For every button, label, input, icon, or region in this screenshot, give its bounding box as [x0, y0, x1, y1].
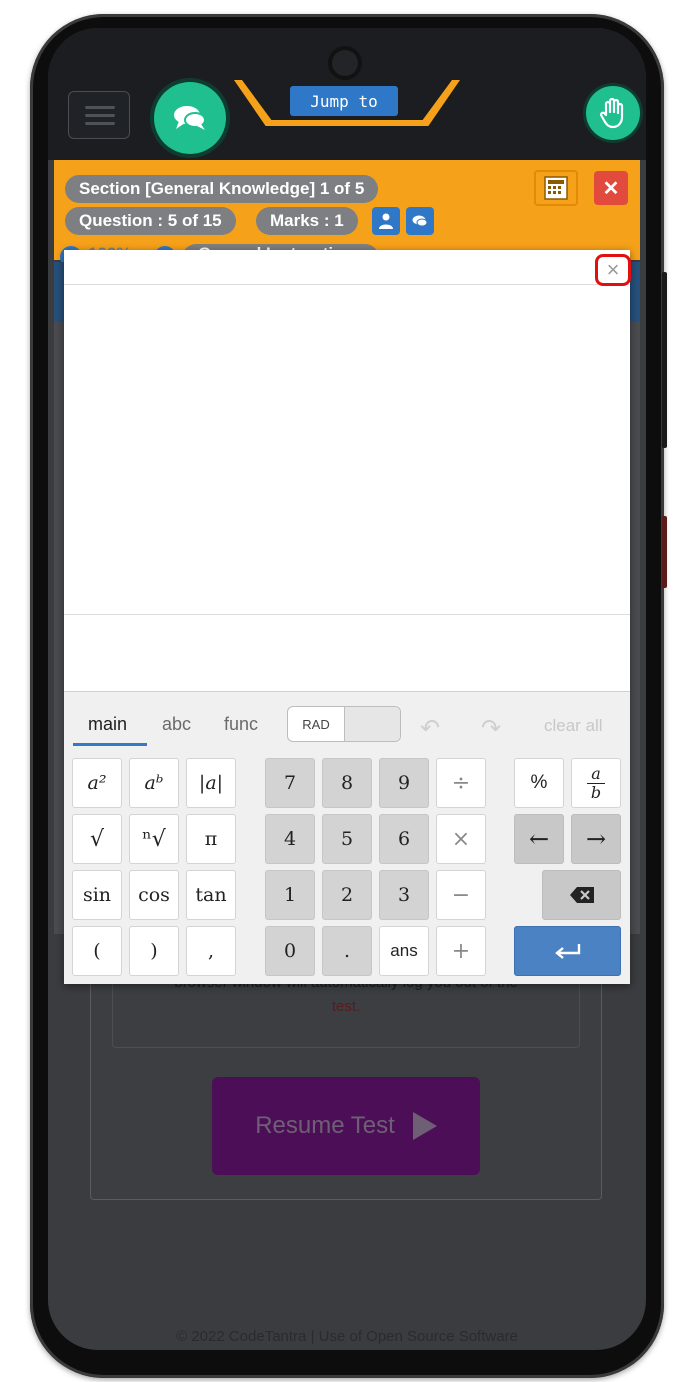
backspace-icon	[569, 887, 594, 903]
undo-icon[interactable]: ↶	[420, 714, 440, 743]
calculator-icon	[544, 176, 568, 200]
key-3[interactable]: 3	[379, 870, 429, 920]
key-0[interactable]: 0	[265, 926, 315, 976]
footer: © 2022 CodeTantra | Use of Open Source S…	[176, 1328, 518, 1345]
comment-button[interactable]	[406, 207, 434, 235]
key-left-arrow[interactable]: ←	[514, 814, 564, 864]
key-dot[interactable]: .	[322, 926, 372, 976]
key-6[interactable]: 6	[379, 814, 429, 864]
key-divide[interactable]: ÷	[436, 758, 486, 808]
key-left-paren[interactable]: (	[72, 926, 122, 976]
key-5[interactable]: 5	[322, 814, 372, 864]
key-2[interactable]: 2	[322, 870, 372, 920]
key-ans[interactable]: ans	[379, 926, 429, 976]
backspace-button[interactable]	[542, 870, 621, 920]
key-7[interactable]: 7	[265, 758, 315, 808]
clear-all-button[interactable]: clear all	[544, 716, 603, 736]
calculator-button[interactable]	[534, 170, 578, 206]
calculator-header: ×	[64, 250, 631, 286]
fraction-denominator: b	[590, 782, 602, 802]
key-8[interactable]: 8	[322, 758, 372, 808]
angle-mode-label: RAD	[302, 716, 330, 732]
toggle-knob	[344, 707, 400, 741]
tab-abc[interactable]: abc	[162, 714, 191, 735]
key-label: |a|	[198, 772, 224, 794]
key-a-squared[interactable]: a²	[72, 758, 122, 808]
active-tab-indicator	[73, 743, 147, 746]
section-pill: Section [General Knowledge] 1 of 5	[65, 175, 379, 203]
chat-bubbles-icon	[174, 106, 206, 130]
user-icon	[379, 213, 393, 229]
key-label: a²	[87, 772, 107, 794]
raise-hand-button[interactable]	[586, 86, 640, 140]
close-test-button[interactable]: ✕	[594, 171, 628, 205]
key-right-paren[interactable]: )	[129, 926, 179, 976]
key-nth-root[interactable]: ⁿ√	[129, 814, 179, 864]
calculator-display	[64, 285, 630, 615]
calculator-keyboard: main abc func RAD ↶ ↷ clear all a² aᵇ |a…	[64, 691, 630, 984]
enter-icon	[554, 944, 580, 959]
angle-mode-toggle[interactable]: RAD	[287, 706, 401, 742]
tab-func[interactable]: func	[224, 714, 258, 735]
key-sqrt[interactable]: √	[72, 814, 122, 864]
hamburger-icon-bar	[85, 122, 115, 125]
raise-hand-icon	[599, 97, 624, 129]
calculator-close-button[interactable]: ×	[595, 254, 631, 286]
key-times[interactable]: ×	[436, 814, 486, 864]
hamburger-icon-bar	[85, 114, 115, 117]
key-comma[interactable]: ,	[186, 926, 236, 976]
close-icon: ×	[606, 257, 620, 282]
jump-to-button[interactable]: Jump to	[290, 86, 398, 116]
key-fraction[interactable]: a b	[571, 758, 621, 808]
resume-label: Resume Test	[255, 1112, 395, 1139]
tab-main[interactable]: main	[88, 714, 127, 735]
key-right-arrow[interactable]: →	[571, 814, 621, 864]
key-1[interactable]: 1	[265, 870, 315, 920]
comments-icon	[412, 215, 428, 227]
calculator-input[interactable]	[64, 615, 630, 691]
phone-power-button	[662, 272, 667, 448]
key-percent[interactable]: %	[514, 758, 564, 808]
key-sin[interactable]: sin	[72, 870, 122, 920]
redo-icon[interactable]: ↷	[481, 714, 501, 743]
enter-button[interactable]	[514, 926, 621, 976]
calculator-modal: × main abc func RAD ↶ ↷ clear all a² aᵇ …	[64, 250, 631, 984]
chat-button[interactable]	[154, 82, 226, 154]
play-icon	[412, 1112, 437, 1140]
marks-pill: Marks : 1	[256, 207, 358, 235]
profile-button[interactable]	[372, 207, 400, 235]
fraction-numerator: a	[587, 764, 605, 784]
key-tan[interactable]: tan	[186, 870, 236, 920]
key-label: aᵇ	[144, 772, 164, 794]
question-pill: Question : 5 of 15	[65, 207, 236, 235]
key-plus[interactable]: +	[436, 926, 486, 976]
key-abs[interactable]: |a|	[186, 758, 236, 808]
key-cos[interactable]: cos	[129, 870, 179, 920]
key-minus[interactable]: −	[436, 870, 486, 920]
key-9[interactable]: 9	[379, 758, 429, 808]
warning-text-end: test.	[331, 998, 361, 1015]
menu-button[interactable]	[68, 91, 130, 139]
phone-volume-button	[662, 516, 667, 588]
hamburger-icon	[85, 106, 115, 109]
key-a-power-b[interactable]: aᵇ	[129, 758, 179, 808]
resume-test-button[interactable]: Resume Test	[212, 1077, 480, 1175]
key-4[interactable]: 4	[265, 814, 315, 864]
front-camera	[332, 50, 358, 76]
key-pi[interactable]: π	[186, 814, 236, 864]
